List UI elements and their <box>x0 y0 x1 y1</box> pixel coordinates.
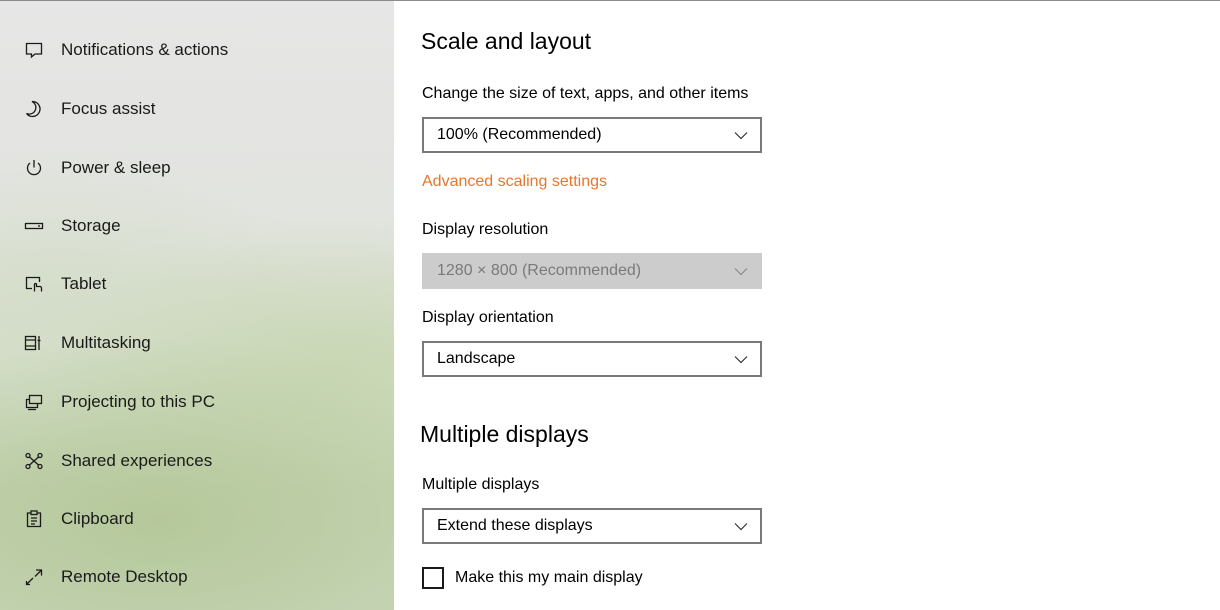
section-title-multiple-displays: Multiple displays <box>420 421 589 447</box>
sidebar-item-label: Remote Desktop <box>61 567 188 586</box>
chevron-down-icon <box>734 128 748 142</box>
notification-icon <box>22 38 46 62</box>
resolution-label: Display resolution <box>422 221 549 238</box>
remote-desktop-icon <box>22 565 46 589</box>
sidebar-item-projecting-to-this-pc[interactable]: Projecting to this PC <box>0 374 394 430</box>
sidebar-item-focus-assist[interactable]: Focus assist <box>0 81 394 137</box>
main-display-checkbox-row[interactable]: Make this my main display <box>422 567 643 589</box>
advanced-scaling-link[interactable]: Advanced scaling settings <box>422 173 607 191</box>
sidebar-item-label: Storage <box>61 216 121 235</box>
sidebar-item-notifications-actions[interactable]: Notifications & actions <box>0 22 394 78</box>
sidebar-item-label: Tablet <box>61 274 107 293</box>
tablet-icon <box>22 272 46 296</box>
moon-icon <box>22 97 46 121</box>
sidebar-item-label: Focus assist <box>61 99 156 118</box>
scale-dropdown[interactable]: 100% (Recommended) <box>422 117 762 153</box>
scale-dropdown-value: 100% (Recommended) <box>437 126 602 143</box>
shared-experiences-icon <box>22 449 46 473</box>
sidebar-item-power-sleep[interactable]: Power & sleep <box>0 140 394 196</box>
sidebar-item-storage[interactable]: Storage <box>0 198 394 254</box>
sidebar: Notifications & actions Focus assist Pow… <box>0 1 394 610</box>
resolution-dropdown: 1280 × 800 (Recommended) <box>422 253 762 289</box>
chevron-down-icon <box>734 352 748 366</box>
chevron-down-icon <box>734 519 748 533</box>
resolution-dropdown-value: 1280 × 800 (Recommended) <box>437 262 642 279</box>
sidebar-item-multitasking[interactable]: Multitasking <box>0 315 394 371</box>
power-icon <box>22 156 46 180</box>
main-display-checkbox-label: Make this my main display <box>455 569 643 586</box>
clipboard-icon <box>22 507 46 531</box>
chevron-down-icon <box>734 264 748 278</box>
sidebar-item-remote-desktop[interactable]: Remote Desktop <box>0 549 394 605</box>
sidebar-item-label: Shared experiences <box>61 451 213 470</box>
sidebar-item-label: Clipboard <box>61 509 134 528</box>
settings-window: Notifications & actions Focus assist Pow… <box>0 0 1220 610</box>
sidebar-item-shared-experiences[interactable]: Shared experiences <box>0 433 394 489</box>
main-content: Scale and layout Change the size of text… <box>394 1 1220 610</box>
sidebar-item-label: Projecting to this PC <box>61 392 216 411</box>
section-title-scale-layout: Scale and layout <box>421 28 592 54</box>
multiple-displays-dropdown-value: Extend these displays <box>437 517 593 534</box>
sidebar-item-label: Multitasking <box>61 333 151 352</box>
sidebar-item-clipboard[interactable]: Clipboard <box>0 491 394 547</box>
size-label: Change the size of text, apps, and other… <box>422 85 749 102</box>
multitasking-icon <box>22 331 46 355</box>
sidebar-item-label: Power & sleep <box>61 158 171 177</box>
main-display-checkbox[interactable] <box>422 567 444 589</box>
orientation-label: Display orientation <box>422 309 554 326</box>
sidebar-item-tablet[interactable]: Tablet <box>0 256 394 312</box>
orientation-dropdown-value: Landscape <box>437 350 516 367</box>
orientation-dropdown[interactable]: Landscape <box>422 341 762 377</box>
storage-icon <box>22 214 46 238</box>
sidebar-item-label: Notifications & actions <box>61 40 229 59</box>
projecting-icon <box>22 390 46 414</box>
multiple-displays-dropdown[interactable]: Extend these displays <box>422 508 762 544</box>
multiple-displays-label: Multiple displays <box>422 476 540 493</box>
